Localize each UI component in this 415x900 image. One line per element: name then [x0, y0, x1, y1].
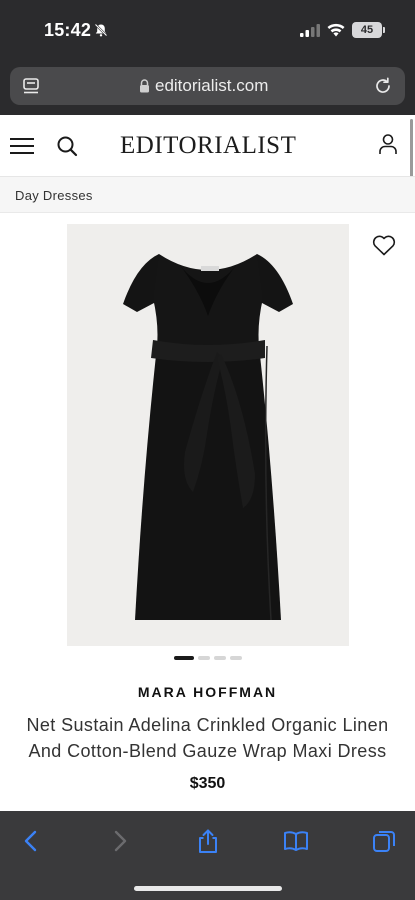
url-text: editorialist.com	[155, 76, 269, 95]
wishlist-heart-icon[interactable]	[372, 234, 396, 256]
web-page: EDITORIALIST Day Dresses MARA HOFFMAN Ne…	[0, 115, 415, 811]
menu-icon[interactable]	[10, 137, 34, 155]
status-time: 15:42	[44, 20, 92, 40]
signal-icon	[300, 24, 320, 37]
battery-indicator: 45	[352, 22, 385, 38]
bookmarks-icon[interactable]	[283, 828, 309, 854]
page-menu-icon[interactable]	[22, 76, 42, 96]
reload-icon[interactable]	[373, 76, 393, 96]
product-name-line-2: And Cotton-Blend Gauze Wrap Maxi Dress	[28, 741, 387, 761]
status-bar: 15:42 45	[0, 0, 415, 58]
carousel-dot[interactable]	[229, 656, 242, 660]
product-name: Net Sustain Adelina Crinkled Organic Lin…	[6, 712, 409, 764]
bell-off-icon	[94, 23, 108, 37]
product-brand[interactable]: MARA HOFFMAN	[0, 684, 415, 700]
lock-icon	[140, 79, 149, 93]
product-price: $350	[189, 775, 226, 792]
carousel-dot[interactable]	[173, 656, 194, 660]
search-icon[interactable]	[56, 135, 78, 157]
tabs-overview-icon[interactable]	[371, 828, 397, 854]
home-indicator[interactable]	[134, 886, 282, 891]
product-image[interactable]	[67, 224, 349, 646]
account-icon[interactable]	[378, 133, 398, 155]
dress-illustration	[123, 254, 293, 621]
image-carousel-dots[interactable]	[0, 656, 415, 662]
back-icon[interactable]	[18, 828, 44, 854]
product-name-line-1: Net Sustain Adelina Crinkled Organic Lin…	[26, 715, 389, 735]
wifi-icon	[327, 23, 345, 37]
site-logo[interactable]: EDITORIALIST	[120, 132, 296, 160]
browser-toolbar	[0, 811, 415, 900]
breadcrumb-item-day-dresses[interactable]: Day Dresses	[15, 188, 93, 203]
carousel-dot[interactable]	[213, 656, 226, 660]
forward-icon[interactable]	[107, 828, 133, 854]
site-header: EDITORIALIST	[0, 115, 415, 177]
carousel-dot[interactable]	[197, 656, 210, 660]
address-bar[interactable]: editorialist.com	[10, 67, 405, 105]
share-icon[interactable]	[195, 828, 221, 854]
breadcrumb: Day Dresses	[0, 177, 415, 213]
